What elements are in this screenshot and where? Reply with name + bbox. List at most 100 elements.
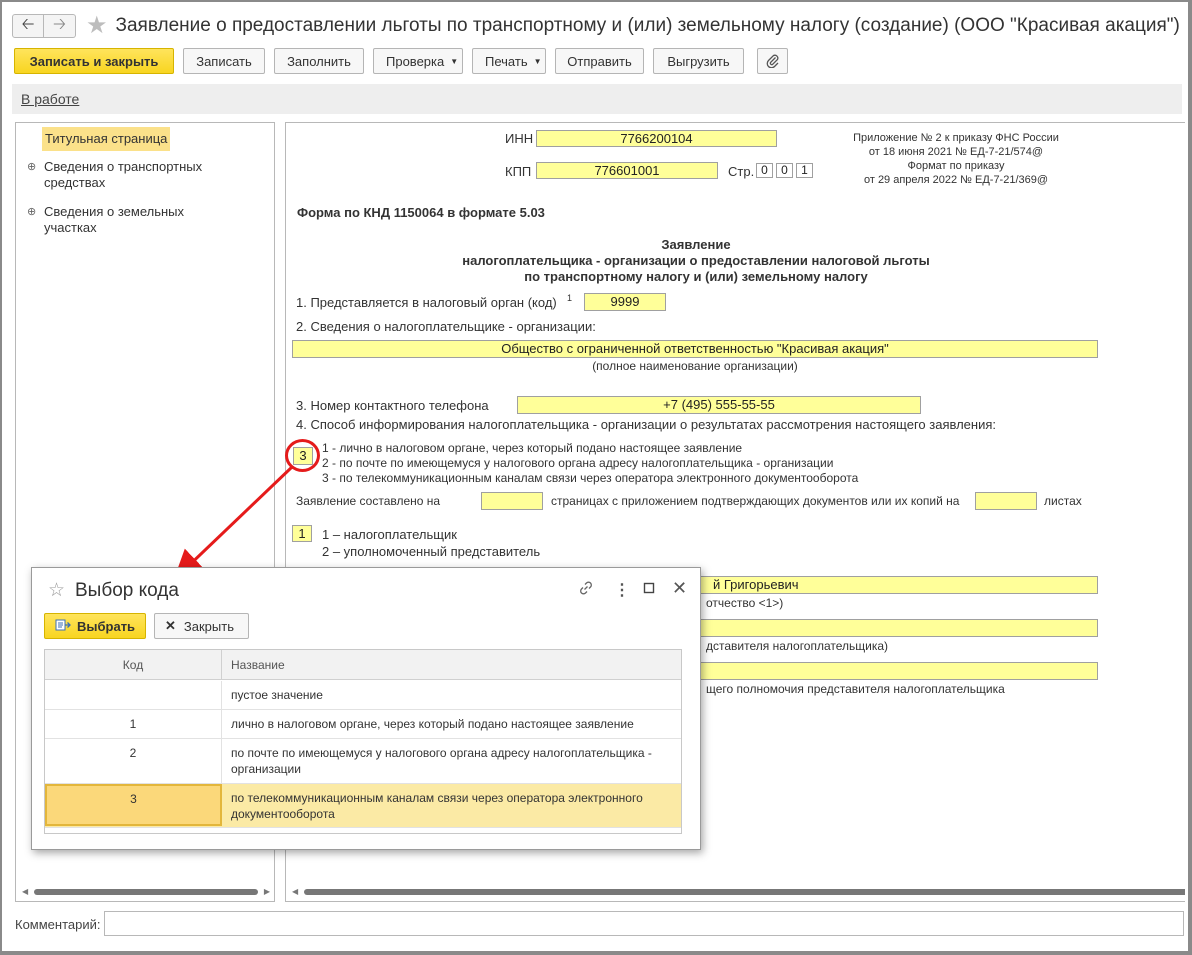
sidebar-item-title-page[interactable]: Титульная страница <box>42 127 171 151</box>
authority-document-caption: щего полномочия представителя налогоплат… <box>706 682 1005 696</box>
signer-name-caption: отчество <1>) <box>706 596 784 610</box>
option-line: 2 - по почте по имеющемуся у налогового … <box>322 456 834 470</box>
appendix-line: от 29 апреля 2022 № ЕД-7-21/369@ <box>863 174 1049 186</box>
back-icon[interactable]: 🡠 <box>12 14 44 38</box>
representative-caption: дставителя налогоплательщика) <box>706 639 889 653</box>
column-header-name[interactable]: Название <box>231 650 285 680</box>
expand-icon[interactable]: ⊕ <box>27 205 36 218</box>
export-button[interactable]: Выгрузить <box>653 48 744 74</box>
cell-code <box>45 681 222 709</box>
cell-name: пустое значение <box>231 688 323 702</box>
option-line: 3 - по телекоммуникационным каналам связ… <box>322 471 859 485</box>
caret-down-icon: ▼ <box>533 56 542 66</box>
status-link[interactable]: В работе <box>21 91 79 107</box>
heading-line: Заявление <box>661 237 731 252</box>
sidebar-item-vehicles[interactable]: Сведения о транспортных средствах <box>44 159 214 191</box>
scroll-right-icon[interactable]: ▶ <box>264 887 270 896</box>
pages-suffix: листах <box>1044 494 1082 508</box>
table-row[interactable]: 2 по почте по имеющемуся у налогового ор… <box>45 739 681 784</box>
phone-field[interactable]: +7 (495) 555-55-55 <box>517 396 921 414</box>
pages-count-field[interactable] <box>481 492 543 510</box>
save-and-close-button[interactable]: Записать и закрыть <box>14 48 174 74</box>
appendix-line: Приложение № 2 к приказу ФНС России <box>853 132 1059 144</box>
scroll-left-icon[interactable]: ◀ <box>292 887 298 896</box>
table-row[interactable]: пустое значение <box>45 681 681 710</box>
kpp-field[interactable]: 776601001 <box>536 162 718 179</box>
comment-label: Комментарий: <box>15 917 101 932</box>
print-dropdown-button[interactable]: Печать ▼ <box>472 48 546 74</box>
select-icon <box>55 618 71 635</box>
close-x-icon: ✕ <box>165 618 176 633</box>
favorite-star-icon[interactable]: ☆ <box>48 579 65 602</box>
scroll-thumb[interactable] <box>304 889 1185 895</box>
comment-input[interactable] <box>104 911 1184 936</box>
sidebar-item-land-plots[interactable]: Сведения о земельных участках <box>44 204 204 236</box>
page-digit: 1 <box>796 163 813 178</box>
maximize-icon[interactable] <box>643 581 655 599</box>
window-title: Заявление о предоставлении льготы по тра… <box>115 15 1180 36</box>
column-header-code[interactable]: Код <box>45 650 222 680</box>
horizontal-scrollbar[interactable]: ◀ ▶ <box>22 887 270 897</box>
save-button[interactable]: Записать <box>183 48 265 74</box>
codes-table: Код Название пустое значение 1 лично в н… <box>44 649 682 834</box>
item4-label: 4. Способ информирования налогоплательщи… <box>296 417 996 432</box>
option-line: 1 – налогоплательщик <box>322 527 457 542</box>
send-button[interactable]: Отправить <box>555 48 644 74</box>
status-bar: В работе <box>12 84 1182 114</box>
cell-code: 3 <box>45 784 222 826</box>
cell-name: по телекоммуникационным каналам связи че… <box>231 791 643 821</box>
close-label: Закрыть <box>183 618 234 634</box>
check-dropdown-button[interactable]: Проверка ▼ <box>373 48 463 74</box>
option-line: 1 - лично в налоговом органе, через кото… <box>322 441 743 455</box>
form-heading: Заявление налогоплательщика - организаци… <box>346 237 1046 285</box>
close-icon[interactable]: ✕ <box>672 578 687 599</box>
signer-options: 1 – налогоплательщик 2 – уполномоченный … <box>322 526 540 560</box>
signer-type-field[interactable]: 1 <box>292 525 312 542</box>
tax-office-code-field[interactable]: 9999 <box>584 293 666 311</box>
check-label: Проверка <box>386 53 445 69</box>
appendix-note: Приложение № 2 к приказу ФНС России от 1… <box>846 131 1066 187</box>
inn-field[interactable]: 7766200104 <box>536 130 777 147</box>
dialog-title: Выбор кода <box>75 580 179 601</box>
heading-line: налогоплательщика - организации о предос… <box>462 253 930 268</box>
cell-name: лично в налоговом органе, через который … <box>231 717 634 731</box>
table-row[interactable]: 1 лично в налоговом органе, через которы… <box>45 710 681 739</box>
appendix-line: Формат по приказу <box>907 160 1005 172</box>
more-icon[interactable]: ⋮ <box>614 580 630 600</box>
footnote-mark: 1 <box>567 293 573 303</box>
org-name-field[interactable]: Общество с ограниченной ответственностью… <box>292 340 1098 358</box>
close-button[interactable]: ✕ Закрыть <box>154 613 249 639</box>
annotation-circle <box>285 439 320 472</box>
inn-label: ИНН <box>505 131 534 146</box>
item3-label: 3. Номер контактного телефона <box>296 398 489 413</box>
item2-label: 2. Сведения о налогоплательщике - органи… <box>296 319 596 334</box>
fill-button[interactable]: Заполнить <box>274 48 364 74</box>
heading-line: по транспортному налогу и (или) земельно… <box>524 269 868 284</box>
title-bar: 🡠 🡢 ★ Заявление о предоставлении льготы … <box>12 10 1182 42</box>
favorite-star-icon[interactable]: ★ <box>86 14 108 38</box>
scroll-left-icon[interactable]: ◀ <box>22 887 28 896</box>
org-name-caption: (полное наименование организации) <box>592 359 798 373</box>
caret-down-icon: ▼ <box>450 56 459 66</box>
horizontal-scrollbar[interactable]: ◀ <box>292 887 1185 897</box>
item1-label: 1. Представляется в налоговый орган (код… <box>296 295 557 310</box>
sheets-count-field[interactable] <box>975 492 1037 510</box>
cell-name: по почте по имеющемуся у налогового орга… <box>231 746 652 776</box>
page-digit: 0 <box>756 163 773 178</box>
notification-options: 1 - лично в налоговом органе, через кото… <box>322 441 858 486</box>
select-label: Выбрать <box>77 618 136 634</box>
page-digit: 0 <box>776 163 793 178</box>
toolbar: Записать и закрыть Записать Заполнить Пр… <box>14 48 788 75</box>
expand-icon[interactable]: ⊕ <box>27 160 36 173</box>
attachment-icon[interactable] <box>757 48 788 74</box>
table-row-selected[interactable]: 3 по телекоммуникационным каналам связи … <box>45 784 681 828</box>
cell-code: 2 <box>45 739 222 783</box>
forward-icon[interactable]: 🡢 <box>44 14 76 38</box>
pages-prefix: Заявление составлено на <box>296 494 441 508</box>
pages-mid: страницах с приложением подтверждающих д… <box>551 494 960 508</box>
scroll-thumb[interactable] <box>34 889 258 895</box>
knd-label: Форма по КНД 1150064 в формате 5.03 <box>297 205 545 220</box>
select-button[interactable]: Выбрать <box>44 613 146 639</box>
code-selection-dialog: ☆ Выбор кода ⋮ ✕ Выбрать ✕ Закрыть Код Н… <box>31 567 701 850</box>
link-icon[interactable] <box>578 580 594 601</box>
